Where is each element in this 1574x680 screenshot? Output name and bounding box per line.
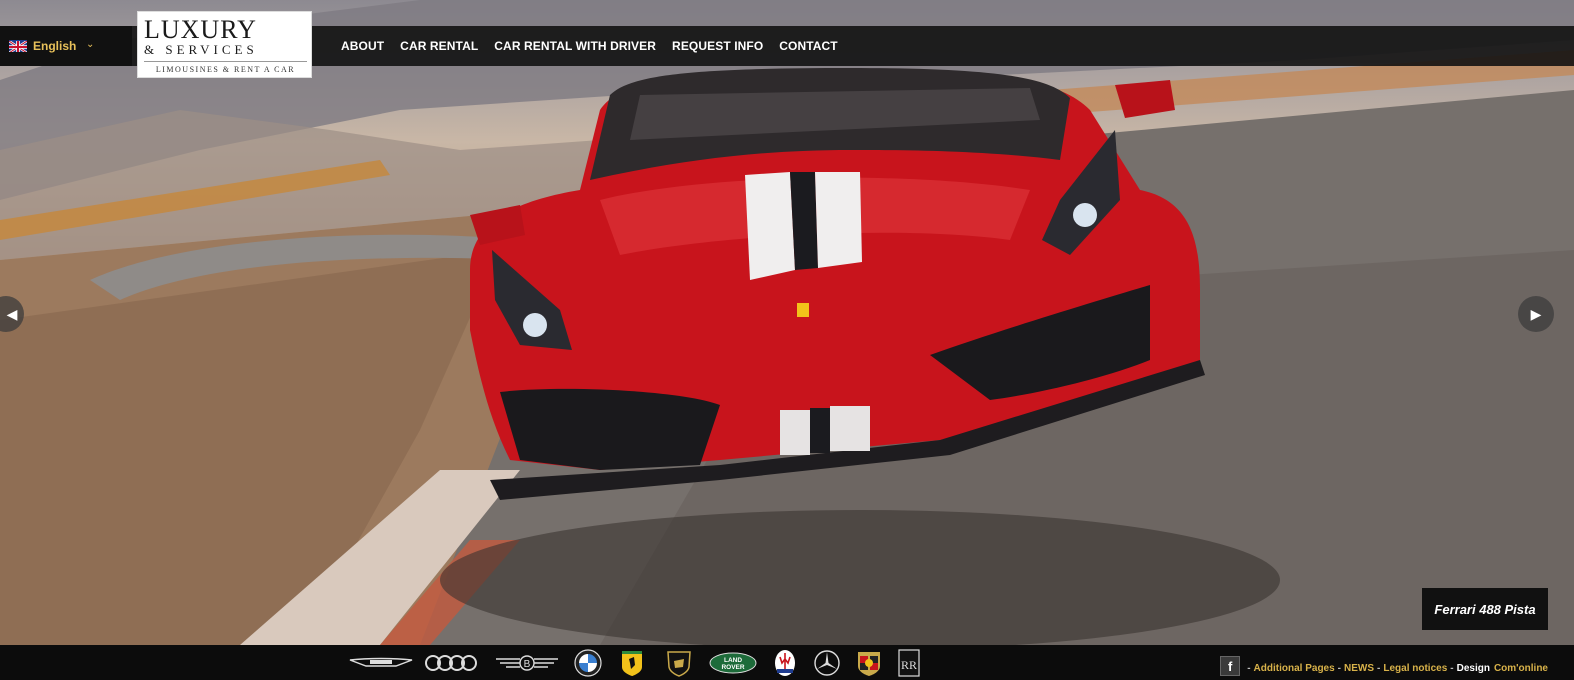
maserati-logo-icon[interactable]: [763, 649, 807, 677]
rolls-royce-logo-icon[interactable]: RR: [891, 649, 927, 677]
mercedes-logo-icon[interactable]: [807, 649, 847, 677]
nav-car-rental-with-driver[interactable]: CAR RENTAL WITH DRIVER: [494, 39, 656, 53]
aston-martin-logo-icon[interactable]: [345, 649, 417, 677]
audi-logo-icon[interactable]: [417, 649, 487, 677]
lamborghini-logo-icon[interactable]: [655, 649, 703, 677]
nav-about[interactable]: ABOUT: [341, 39, 384, 53]
chevron-down-icon: ⌄: [86, 39, 95, 50]
chevron-left-icon: ◀: [6, 305, 18, 322]
design-label: Design: [1456, 662, 1490, 674]
bentley-logo-icon[interactable]: B: [487, 649, 567, 677]
link-additional-pages[interactable]: Additional Pages: [1254, 663, 1335, 674]
svg-text:RR: RR: [901, 658, 917, 672]
nav-contact[interactable]: CONTACT: [779, 39, 837, 53]
hero-image: [0, 0, 1574, 645]
link-news[interactable]: NEWS: [1344, 663, 1374, 674]
svg-text:ROVER: ROVER: [721, 664, 744, 671]
separator: -: [1337, 662, 1342, 674]
svg-text:LAND: LAND: [724, 657, 742, 664]
slider-next-button[interactable]: ▶: [1518, 296, 1554, 332]
link-design-company[interactable]: Com'online: [1494, 663, 1548, 674]
hero-slider: [0, 0, 1574, 645]
main-nav: ABOUT CAR RENTAL CAR RENTAL WITH DRIVER …: [333, 26, 846, 66]
uk-flag-icon: [9, 40, 27, 52]
chevron-right-icon: ▶: [1530, 305, 1542, 322]
bmw-logo-icon[interactable]: [567, 649, 609, 677]
logo-title: LUXURY: [144, 15, 257, 44]
land-rover-logo-icon[interactable]: LAND ROVER: [703, 649, 763, 677]
separator: -: [1377, 662, 1381, 674]
language-selector[interactable]: English ⌄: [0, 26, 132, 66]
nav-request-info[interactable]: REQUEST INFO: [672, 39, 763, 53]
footer-links: f - Additional Pages - NEWS - Legal noti…: [1220, 656, 1548, 678]
ferrari-logo-icon[interactable]: [609, 649, 655, 677]
nav-car-rental[interactable]: CAR RENTAL: [400, 39, 478, 53]
separator: -: [1247, 662, 1251, 674]
porsche-logo-icon[interactable]: [847, 649, 891, 677]
facebook-icon[interactable]: f: [1220, 656, 1241, 676]
svg-text:B: B: [524, 659, 531, 670]
site-logo[interactable]: LUXURY & SERVICES LIMOUSINES & RENT A CA…: [137, 11, 312, 78]
logo-subtitle: & SERVICES: [144, 42, 258, 57]
logo-tagline: LIMOUSINES & RENT A CAR: [155, 65, 296, 74]
separator: -: [1450, 662, 1454, 674]
link-legal-notices[interactable]: Legal notices: [1383, 663, 1447, 674]
footer: B LAND ROVER RR f - Additional Pages - N…: [0, 645, 1574, 680]
slide-caption: Ferrari 488 Pista: [1422, 588, 1548, 630]
logo-divider: [144, 61, 307, 62]
language-label: English: [33, 39, 77, 53]
brand-logos: B LAND ROVER RR: [345, 649, 927, 677]
